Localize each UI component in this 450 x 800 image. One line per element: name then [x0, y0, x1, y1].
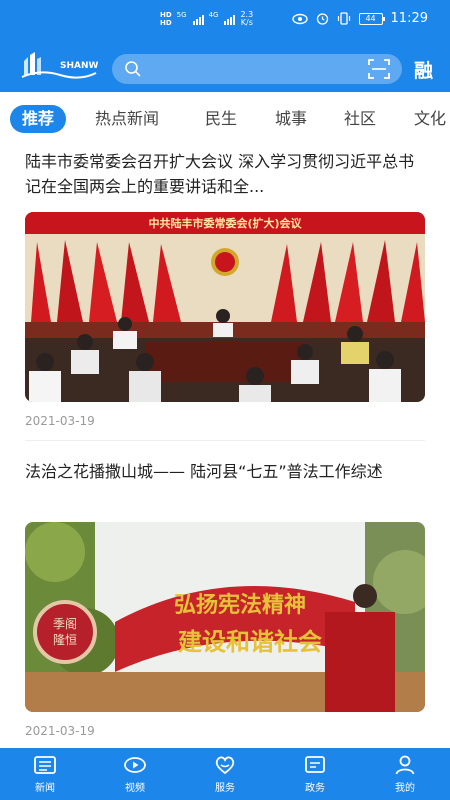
battery-icon: 44: [358, 12, 385, 25]
signal-tag-4g: 4G: [208, 11, 219, 19]
meeting-banner-text: 中共陆丰市委常委会(扩大)会议: [148, 216, 302, 230]
logo-text: SHANWEI: [60, 61, 98, 71]
network-speed-unit: K/s: [240, 18, 253, 27]
signal-tag-5g: 5G: [176, 11, 187, 19]
tab-culture[interactable]: 文化: [414, 105, 446, 133]
bottom-nav: 新闻 视频 服务 政务 我的: [0, 748, 450, 800]
search-row: SHANWEI 融: [0, 48, 450, 88]
status-bar: HD HD 5G 4G 2.3 K/s 44 11:29: [0, 0, 450, 40]
article-image-slogan[interactable]: 弘扬宪法精神 建设和谐社会 季阁 隆恒: [25, 522, 425, 712]
tab-hot-news[interactable]: 热点新闻: [95, 105, 159, 133]
eye-icon: [291, 13, 308, 24]
network-speed: 2.3 K/s: [240, 11, 253, 27]
nav-video[interactable]: 视频: [105, 748, 165, 800]
nav-service[interactable]: 服务: [195, 748, 255, 800]
category-tabs: 推荐 热点新闻 民生 城事 社区 文化: [0, 100, 450, 138]
nav-label: 服务: [215, 783, 235, 794]
nav-news[interactable]: 新闻: [15, 748, 75, 800]
vibrate-icon: [337, 12, 350, 25]
network-indicators: HD HD 5G 4G 2.3 K/s: [160, 11, 253, 28]
scan-icon[interactable]: [368, 59, 390, 79]
slogan-text-1: 弘扬宪法精神: [174, 592, 306, 618]
meeting-photo: 中共陆丰市委常委会(扩大)会议: [25, 212, 425, 402]
app-logo: SHANWEI: [21, 52, 98, 79]
nav-label: 视频: [125, 783, 145, 794]
article-title[interactable]: 法治之花播撒山城—— 陆河县“七五”普法工作综述: [25, 459, 425, 484]
news-icon: [34, 756, 56, 774]
slogan-text-2: 建设和谐社会: [178, 627, 322, 656]
tab-recommend[interactable]: 推荐: [10, 105, 67, 133]
clock: 11:29: [390, 11, 428, 26]
nav-label: 我的: [395, 783, 415, 794]
article-date: 2021-03-19: [25, 724, 95, 738]
nav-label: 新闻: [35, 783, 55, 794]
government-icon: [305, 756, 325, 773]
tab-city-affairs[interactable]: 城事: [275, 105, 307, 133]
hd-badge: HD HD: [160, 11, 172, 27]
media-center-button[interactable]: 融: [414, 56, 433, 83]
seal-text-bottom: 隆恒: [53, 632, 77, 647]
article-date: 2021-03-19: [25, 414, 95, 428]
system-indicators: 44 11:29: [291, 11, 428, 26]
article-card-1[interactable]: 陆丰市委常委会召开扩大会议 深入学习贯彻习近平总书记在全国两会上的重要讲话和全.…: [25, 149, 425, 439]
divider: [25, 440, 425, 441]
search-icon: [125, 61, 141, 77]
alarm-icon: [316, 13, 328, 25]
slogan-photo: 弘扬宪法精神 建设和谐社会 季阁 隆恒: [25, 522, 425, 712]
app-header: HD HD 5G 4G 2.3 K/s 44 11:29 SHANW 融: [0, 0, 450, 92]
nav-label: 政务: [305, 783, 325, 794]
article-image-meeting[interactable]: 中共陆丰市委常委会(扩大)会议: [25, 212, 425, 402]
service-icon: [215, 756, 235, 775]
article-card-2[interactable]: 法治之花播撒山城—— 陆河县“七五”普法工作综述 弘扬宪法精神 建设和谐社会 季…: [25, 459, 425, 749]
nav-profile[interactable]: 我的: [375, 748, 435, 800]
signal-strength-icon-2: [224, 14, 236, 25]
search-input[interactable]: [112, 54, 402, 84]
seal-text-top: 季阁: [53, 617, 77, 631]
tab-community[interactable]: 社区: [344, 105, 376, 133]
video-icon: [124, 757, 146, 773]
article-title[interactable]: 陆丰市委常委会召开扩大会议 深入学习贯彻习近平总书记在全国两会上的重要讲话和全.…: [25, 149, 425, 199]
profile-icon: [395, 755, 415, 775]
nav-government[interactable]: 政务: [285, 748, 345, 800]
signal-strength-icon: [192, 14, 204, 25]
tab-livelihood[interactable]: 民生: [205, 105, 237, 133]
